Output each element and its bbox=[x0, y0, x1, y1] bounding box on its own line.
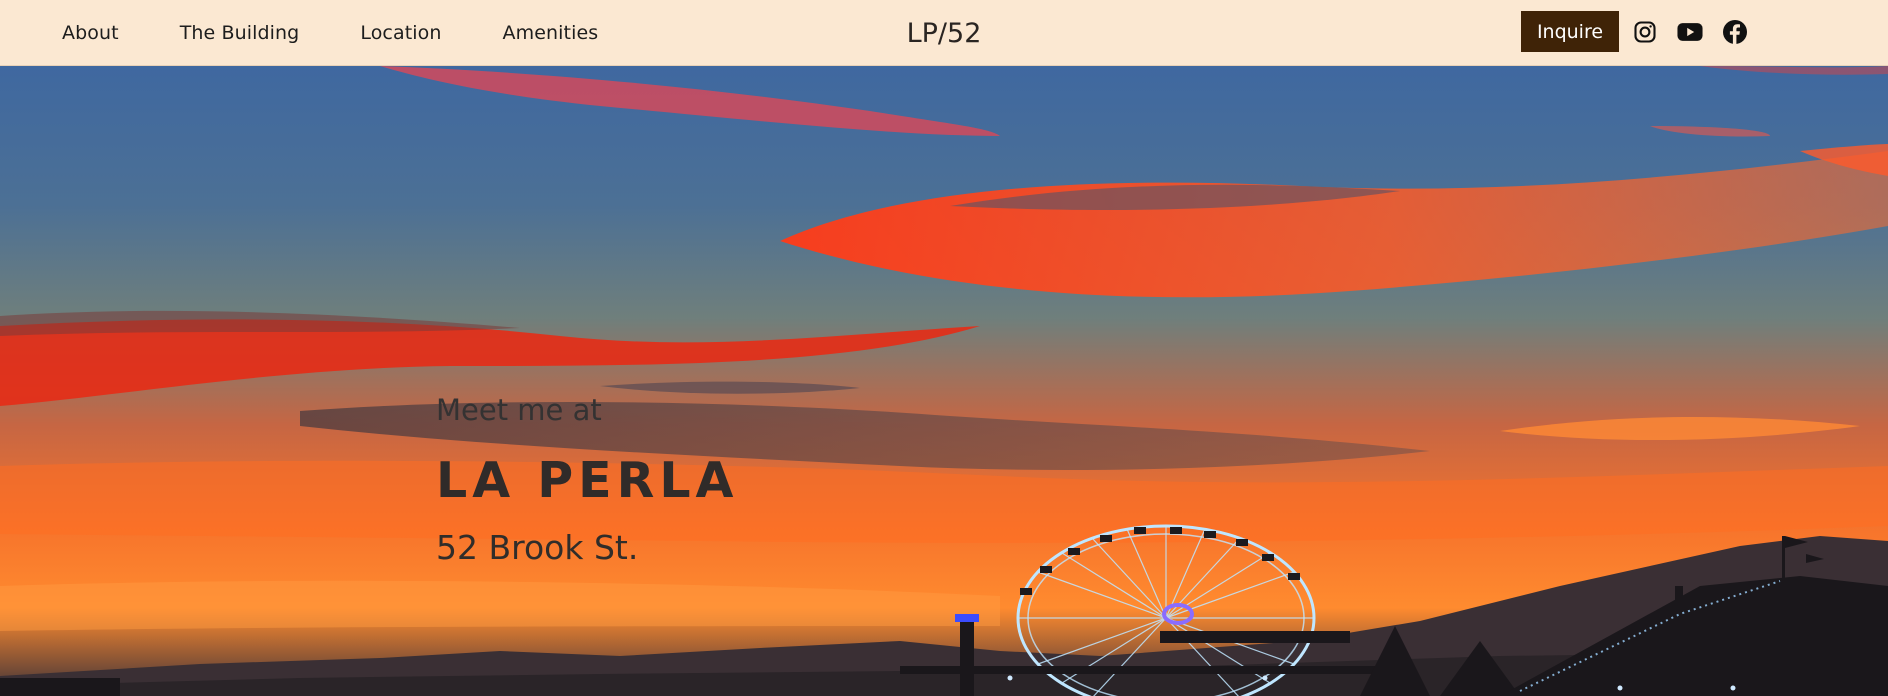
youtube-icon[interactable] bbox=[1677, 19, 1703, 45]
nav-link-about[interactable]: About bbox=[62, 22, 119, 44]
inquire-button[interactable]: Inquire bbox=[1521, 11, 1619, 52]
facebook-icon[interactable] bbox=[1722, 19, 1748, 45]
hero-text: Meet me at LA PERLA 52 Brook St. bbox=[436, 393, 738, 567]
nav-actions: Inquire bbox=[1521, 11, 1748, 52]
top-navigation: About The Building Location Amenities LP… bbox=[0, 0, 1888, 66]
nav-link-the-building[interactable]: The Building bbox=[180, 22, 300, 44]
nav-link-location[interactable]: Location bbox=[360, 22, 441, 44]
hero-address: 52 Brook St. bbox=[436, 528, 639, 567]
primary-nav: About The Building Location Amenities bbox=[62, 0, 598, 66]
instagram-icon[interactable] bbox=[1632, 19, 1658, 45]
hero-tagline: Meet me at bbox=[436, 393, 602, 427]
hero-section: Meet me at LA PERLA 52 Brook St. bbox=[0, 66, 1888, 696]
sunset-ferris-wheel-image bbox=[0, 66, 1888, 696]
hero-title: LA PERLA bbox=[436, 452, 739, 509]
nav-link-amenities[interactable]: Amenities bbox=[503, 22, 599, 44]
